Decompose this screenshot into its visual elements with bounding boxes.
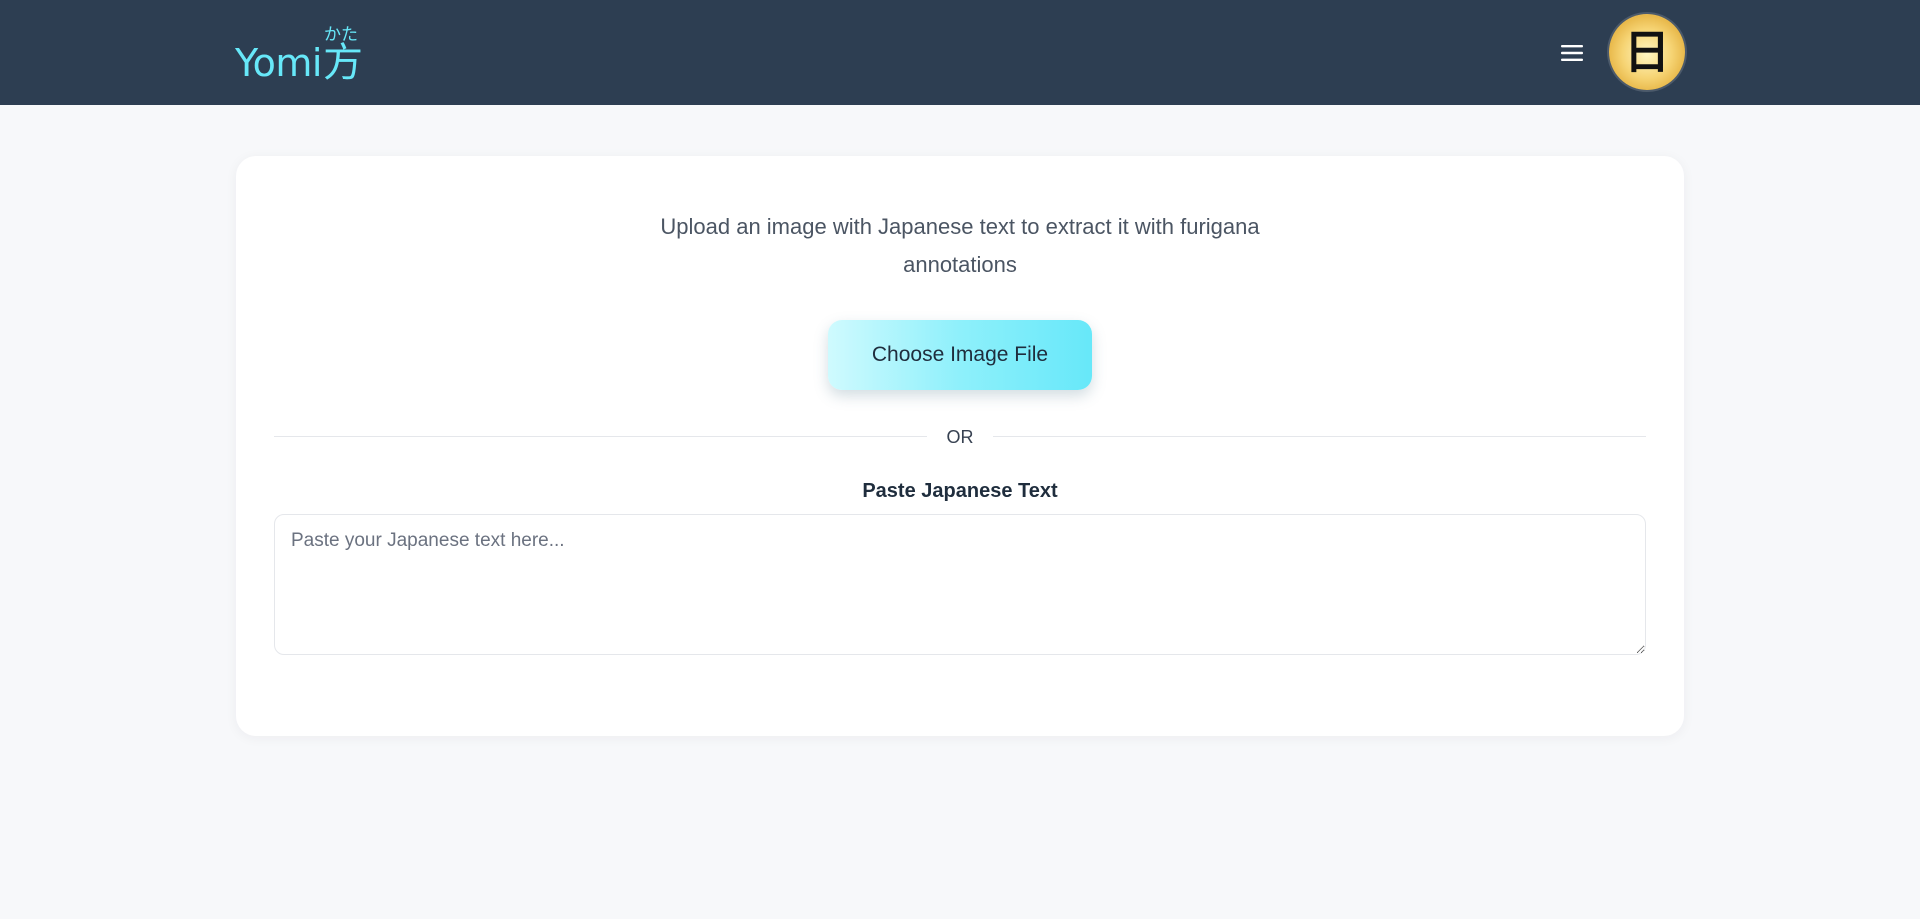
paste-text-input[interactable] xyxy=(274,514,1646,655)
divider-or-text: OR xyxy=(946,427,974,447)
hamburger-menu-button[interactable] xyxy=(1557,38,1587,68)
top-navbar: Yomi かた 方 日 xyxy=(0,0,1920,105)
logo-kanji-char: 方 xyxy=(323,40,363,86)
user-avatar[interactable]: 日 xyxy=(1609,14,1685,90)
hamburger-menu-icon xyxy=(1561,45,1583,61)
divider-line-right xyxy=(993,436,1646,437)
logo-text: Yomi xyxy=(235,41,323,85)
or-divider: OR xyxy=(274,422,1646,452)
paste-text-label: Paste Japanese Text xyxy=(862,480,1058,502)
intro-description: Upload an image with Japanese text to ex… xyxy=(660,214,1260,277)
avatar-sun-kanji-icon: 日 xyxy=(1624,25,1670,79)
logo-kanji: かた 方 xyxy=(323,26,363,86)
app-logo[interactable]: Yomi かた 方 xyxy=(235,26,363,86)
choose-image-file-button[interactable]: Choose Image File xyxy=(828,320,1092,390)
logo-furigana: かた xyxy=(324,25,358,45)
upload-card: Upload an image with Japanese text to ex… xyxy=(236,156,1684,736)
